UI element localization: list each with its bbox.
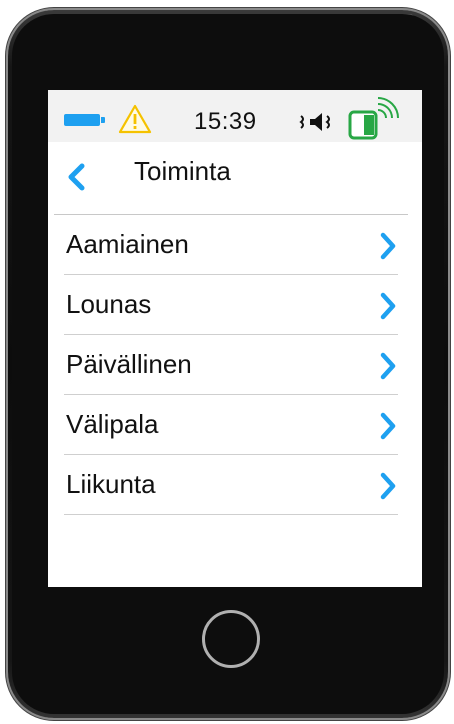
chevron-right-icon bbox=[380, 292, 396, 320]
menu-item-valipala[interactable]: Välipala bbox=[64, 395, 398, 455]
status-time: 15:39 bbox=[194, 108, 257, 135]
chevron-right-icon bbox=[380, 472, 396, 500]
menu-item-label: Liikunta bbox=[66, 469, 156, 499]
chevron-right-icon bbox=[380, 352, 396, 380]
vibrate-icon bbox=[299, 113, 330, 131]
menu-item-label: Päivällinen bbox=[66, 349, 192, 379]
phone-device-frame: 15:39 Toiminta Aamiainen Lounas Päivälli… bbox=[8, 10, 448, 718]
chevron-left-icon[interactable] bbox=[62, 160, 90, 194]
warning-icon bbox=[118, 104, 152, 134]
menu-item-liikunta[interactable]: Liikunta bbox=[64, 455, 398, 515]
page-title: Toiminta bbox=[134, 156, 231, 186]
wireless-signal-icon bbox=[348, 97, 399, 140]
menu-item-paivallinen[interactable]: Päivällinen bbox=[64, 335, 398, 395]
menu-item-label: Lounas bbox=[66, 289, 152, 319]
menu-item-label: Välipala bbox=[66, 409, 159, 439]
home-button[interactable] bbox=[202, 610, 260, 668]
activity-menu-list: Aamiainen Lounas Päivällinen Välipala Li… bbox=[64, 215, 398, 515]
phone-screen: 15:39 Toiminta Aamiainen Lounas Päivälli… bbox=[48, 90, 422, 587]
status-bar: 15:39 bbox=[48, 90, 422, 142]
menu-item-label: Aamiainen bbox=[66, 229, 189, 259]
menu-item-lounas[interactable]: Lounas bbox=[64, 275, 398, 335]
chevron-right-icon bbox=[380, 412, 396, 440]
chevron-right-icon bbox=[380, 232, 396, 260]
battery-icon bbox=[64, 114, 105, 126]
menu-item-aamiainen[interactable]: Aamiainen bbox=[64, 215, 398, 275]
